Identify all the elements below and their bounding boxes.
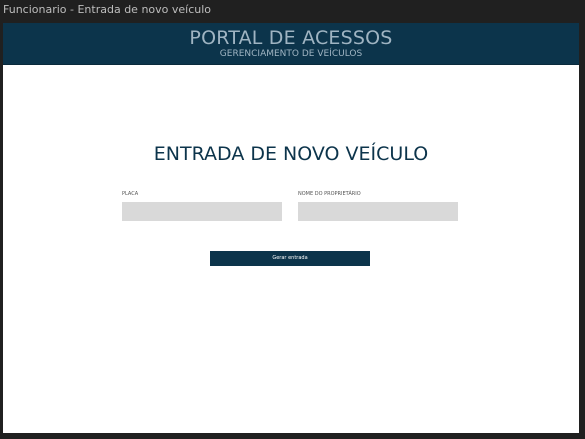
window-content: PORTAL DE ACESSOS GERENCIAMENTO DE VEÍCU… bbox=[3, 23, 579, 433]
gerar-entrada-button[interactable]: Gerar entrada bbox=[210, 251, 370, 266]
app-window: Funcionario - Entrada de novo veículo PO… bbox=[0, 0, 585, 439]
portal-title: PORTAL DE ACESSOS bbox=[189, 27, 393, 49]
window-titlebar[interactable]: Funcionario - Entrada de novo veículo bbox=[0, 0, 585, 22]
portal-subtitle: GERENCIAMENTO DE VEÍCULOS bbox=[219, 49, 363, 59]
page-title: ENTRADA DE NOVO VEÍCULO bbox=[153, 143, 429, 165]
placa-input[interactable] bbox=[122, 202, 282, 221]
proprietario-label: NOME DO PROPRIETÁRIO bbox=[298, 191, 361, 197]
portal-header: PORTAL DE ACESSOS GERENCIAMENTO DE VEÍCU… bbox=[3, 23, 579, 65]
proprietario-input[interactable] bbox=[298, 202, 458, 221]
window-title: Funcionario - Entrada de novo veículo bbox=[3, 3, 212, 16]
placa-label: PLACA bbox=[122, 191, 139, 197]
